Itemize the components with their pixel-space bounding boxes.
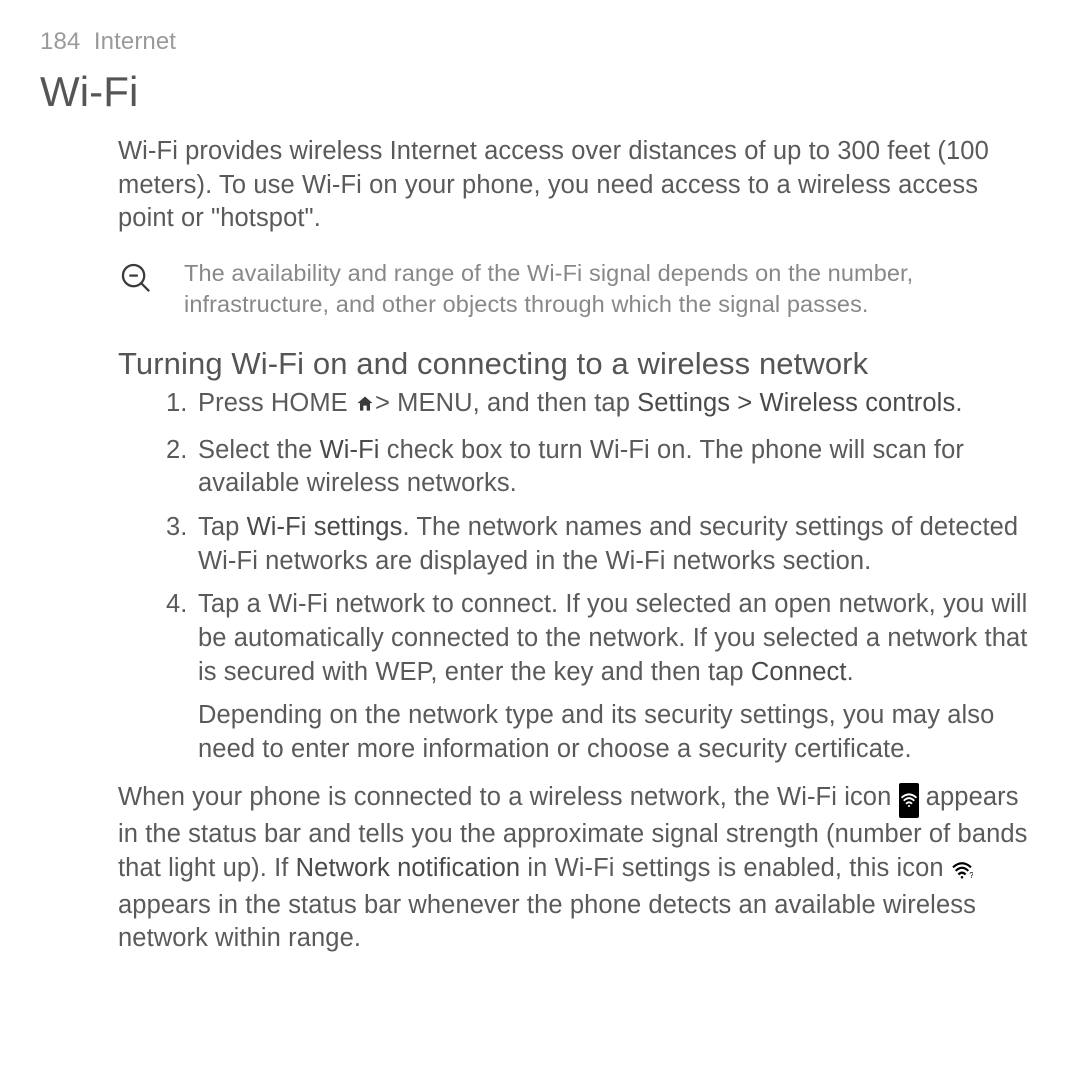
note-icon xyxy=(118,260,152,304)
step-4-sub: Depending on the network type and its se… xyxy=(198,699,1044,766)
step-text-bold: Wi-Fi settings xyxy=(247,513,403,541)
step-text: . xyxy=(847,658,854,686)
step-text: Tap xyxy=(198,513,247,541)
step-text: . xyxy=(955,389,962,417)
closing-text: in Wi-Fi settings is enabled, this icon xyxy=(520,854,951,882)
section-name: Internet xyxy=(94,28,176,55)
closing-text-bold: Network notification xyxy=(296,854,521,882)
svg-text:?: ? xyxy=(969,871,973,879)
wifi-available-icon: ? xyxy=(951,855,973,889)
closing-text: When your phone is connected to a wirele… xyxy=(118,783,899,811)
step-text-bold: Settings > Wireless controls xyxy=(637,389,955,417)
page-title: Wi-Fi xyxy=(36,64,1044,119)
step-3: Tap Wi-Fi settings. The network names an… xyxy=(166,511,1044,578)
wifi-connected-icon xyxy=(899,783,919,819)
page-number: 184 xyxy=(40,28,80,55)
note-block: The availability and range of the Wi-Fi … xyxy=(36,258,1044,320)
step-text-bold: Wi-Fi xyxy=(320,436,380,464)
intro-paragraph: Wi-Fi provides wireless Internet access … xyxy=(36,135,1044,236)
note-text: The availability and range of the Wi-Fi … xyxy=(184,258,1034,320)
step-2: Select the Wi-Fi check box to turn Wi-Fi… xyxy=(166,434,1044,501)
step-text: Tap a Wi-Fi network to connect. If you s… xyxy=(198,590,1027,685)
closing-paragraph: When your phone is connected to a wirele… xyxy=(36,781,1044,956)
steps-list: Press HOME > MENU, and then tap Settings… xyxy=(36,387,1044,767)
step-text: Press HOME xyxy=(198,389,355,417)
closing-text: appears in the status bar whenever the p… xyxy=(118,891,976,953)
step-1: Press HOME > MENU, and then tap Settings… xyxy=(166,387,1044,424)
home-icon xyxy=(355,390,375,424)
step-4: Tap a Wi-Fi network to connect. If you s… xyxy=(166,588,1044,766)
step-text: > MENU, and then tap xyxy=(375,389,637,417)
page-header: 184 Internet xyxy=(36,26,1044,58)
step-text-bold: Connect xyxy=(751,658,847,686)
section-heading: Turning Wi-Fi on and connecting to a wir… xyxy=(36,344,1044,385)
step-text: Select the xyxy=(198,436,320,464)
